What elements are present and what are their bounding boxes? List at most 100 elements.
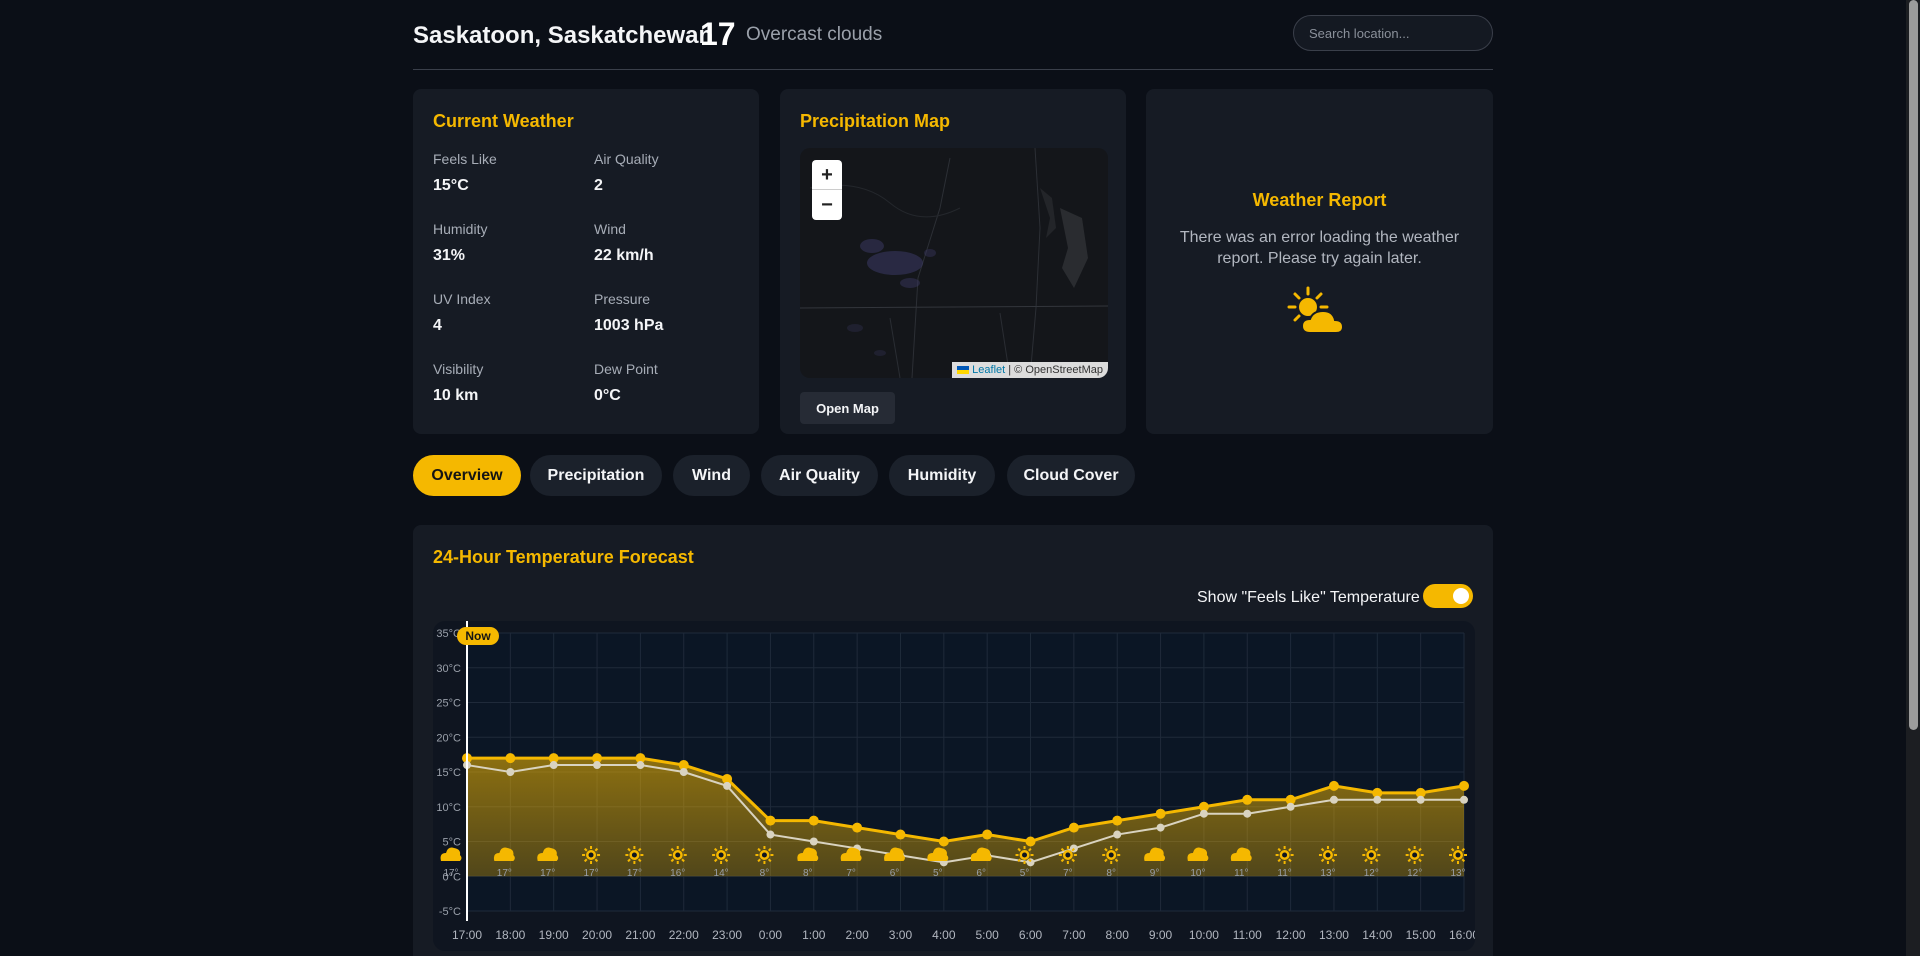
temperature-point <box>1025 836 1036 847</box>
feels-like-point <box>1113 830 1122 839</box>
x-tick-label: 2:00 <box>845 928 869 942</box>
metric-label: Dew Point <box>594 361 658 377</box>
temperature-point <box>1112 815 1123 826</box>
x-tick-label: 0:00 <box>759 928 783 942</box>
feels-like-toggle-label: Show "Feels Like" Temperature <box>1197 589 1420 606</box>
x-tick-label: 9:00 <box>1149 928 1173 942</box>
condition-temp-label: 8° <box>1106 868 1116 879</box>
condition-temp-label: 8° <box>760 868 770 879</box>
tab-cloud-cover[interactable]: Cloud Cover <box>1007 455 1135 496</box>
y-tick-label: 5°C <box>443 837 462 849</box>
metric-value: 31% <box>433 247 466 264</box>
page-scrollbar[interactable] <box>1906 0 1920 956</box>
x-tick-label: 12:00 <box>1276 928 1306 942</box>
x-tick-label: 21:00 <box>625 928 655 942</box>
weather-report-card: Weather Report There was an error loadin… <box>1146 89 1493 434</box>
feels-like-point <box>636 761 645 770</box>
condition-temp-label: 6° <box>890 868 900 879</box>
condition-temp-label: 6° <box>976 868 986 879</box>
now-label: Now <box>465 629 491 643</box>
x-tick-label: 16:00 <box>1449 928 1475 942</box>
tab-wind[interactable]: Wind <box>673 455 750 496</box>
leaflet-link[interactable]: Leaflet <box>972 364 1005 376</box>
condition-temp-label: 7° <box>1063 868 1073 879</box>
sun-icon <box>582 846 601 864</box>
metric-label: Wind <box>594 221 626 237</box>
sun-icon <box>625 846 644 864</box>
search-input[interactable] <box>1293 15 1493 51</box>
condition-temp-label: 14° <box>714 868 729 879</box>
condition-temp-label: 17° <box>497 868 512 879</box>
condition-temp-label: 5° <box>933 868 943 879</box>
current-weather-card: Current Weather Feels Like 15°C Air Qual… <box>413 89 759 434</box>
tab-overview[interactable]: Overview <box>413 455 521 496</box>
metric-label: UV Index <box>433 291 491 307</box>
condition-temp-label: 13° <box>1450 868 1465 879</box>
feels-like-point <box>679 768 688 776</box>
temperature-chart: 35°C30°C25°C20°C15°C10°C5°C0°C-5°C17:00 1… <box>433 621 1475 951</box>
x-tick-label: 22:00 <box>669 928 699 942</box>
y-tick-label: 30°C <box>436 663 461 675</box>
metric-air-quality: Air Quality 2 <box>594 151 659 195</box>
sun-icon <box>1102 846 1121 864</box>
sun-icon <box>712 846 731 864</box>
x-tick-label: 17:00 <box>452 928 482 942</box>
feels-like-point <box>1460 795 1468 804</box>
x-tick-label: 10:00 <box>1189 928 1219 942</box>
metric-pressure: Pressure 1003 hPa <box>594 291 663 335</box>
metric-visibility: Visibility 10 km <box>433 361 483 405</box>
feels-like-point <box>766 830 775 839</box>
sun-icon <box>1058 846 1077 864</box>
y-tick-label: 20°C <box>436 732 461 744</box>
sun-icon <box>668 846 687 864</box>
temperature-point <box>895 829 906 840</box>
metric-value: 1003 hPa <box>594 317 664 334</box>
feels-like-point <box>549 761 558 770</box>
osm-attribution: | © OpenStreetMap <box>1008 364 1103 376</box>
sun-icon <box>1275 846 1294 864</box>
precipitation-map[interactable]: + − Leaflet | © OpenStreetMap <box>800 148 1108 378</box>
weather-report-title: Weather Report <box>1252 190 1387 210</box>
tab-precipitation[interactable]: Precipitation <box>530 455 662 496</box>
x-tick-label: 23:00 <box>712 928 742 942</box>
zoom-out-button[interactable]: − <box>812 190 842 220</box>
metric-value: 4 <box>433 317 442 334</box>
feels-like-toggle[interactable] <box>1423 584 1473 608</box>
condition-temp-label: 17° <box>540 868 555 879</box>
condition-temp-label: 7° <box>846 868 856 879</box>
condition-temp-label: 13° <box>1320 868 1335 879</box>
metric-value: 15°C <box>433 177 469 194</box>
ukraine-flag-icon <box>957 366 970 375</box>
condition-temp-label: 12° <box>1407 868 1422 879</box>
forecast-title: 24-Hour Temperature Forecast <box>433 547 694 567</box>
tab-air-quality[interactable]: Air Quality <box>761 455 878 496</box>
sun-icon <box>1015 846 1034 864</box>
precipitation-map-card: Precipitation Map + − Leaflet | © OpenSt… <box>780 89 1126 434</box>
zoom-in-button[interactable]: + <box>812 160 842 190</box>
metric-label: Humidity <box>433 221 488 237</box>
map-zoom-control: + − <box>812 160 842 220</box>
x-tick-label: 20:00 <box>582 928 612 942</box>
condition-temp-label: 11° <box>1277 868 1291 879</box>
metric-value: 22 km/h <box>594 247 654 264</box>
feels-like-point <box>1373 795 1382 804</box>
scrollbar-thumb[interactable] <box>1909 0 1918 730</box>
open-map-button[interactable]: Open Map <box>800 392 895 424</box>
x-tick-label: 15:00 <box>1406 928 1436 942</box>
feels-like-point <box>723 781 732 790</box>
x-tick-label: 13:00 <box>1319 928 1349 942</box>
x-tick-label: 11:00 <box>1233 928 1262 942</box>
metric-value: 0°C <box>594 387 621 404</box>
temperature-point <box>1328 780 1339 791</box>
condition-temp-label: 16° <box>670 868 685 879</box>
metric-label: Air Quality <box>594 151 659 167</box>
metric-dew-point: Dew Point 0°C <box>594 361 658 405</box>
temperature-point <box>765 815 776 826</box>
tab-humidity[interactable]: Humidity <box>889 455 995 496</box>
feels-like-point <box>1199 809 1208 818</box>
feels-like-point <box>1026 858 1035 867</box>
x-tick-label: 4:00 <box>932 928 956 942</box>
current-condition: Overcast clouds <box>746 24 883 45</box>
temperature-point <box>1242 794 1253 805</box>
sun-icon <box>1362 846 1381 864</box>
